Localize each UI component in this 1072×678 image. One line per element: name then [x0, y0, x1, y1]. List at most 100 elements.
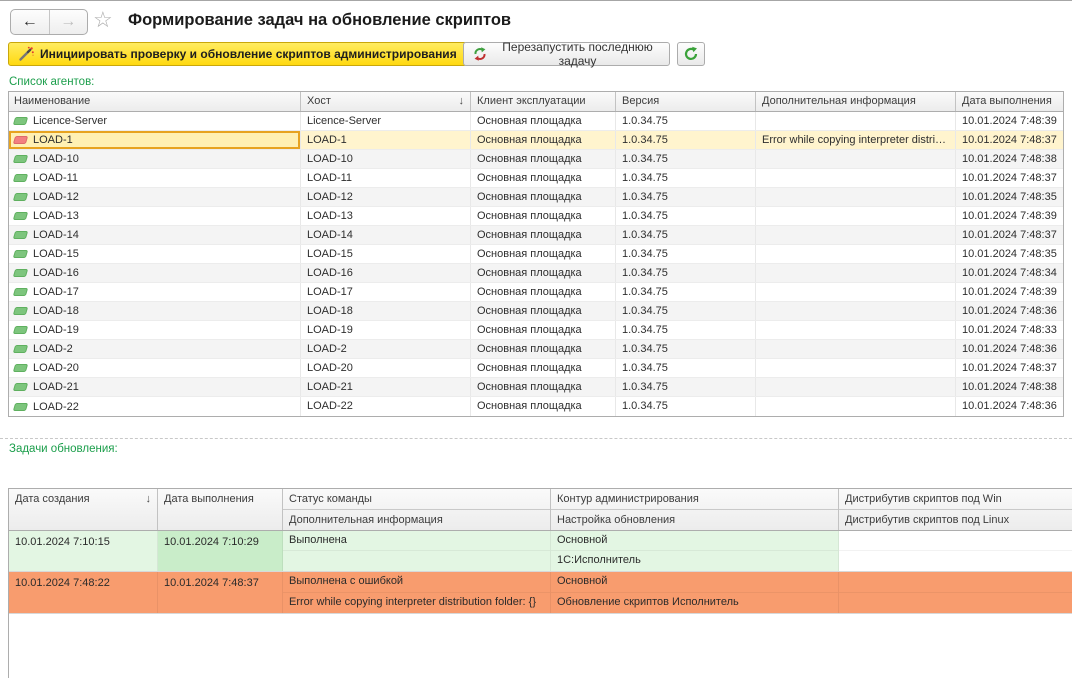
nav-back-button[interactable]: ← [11, 10, 49, 34]
agent-date-cell[interactable]: 10.01.2024 7:48:34 [956, 264, 1063, 282]
task-distrib-cell[interactable] [839, 572, 1072, 613]
agent-date-cell[interactable]: 10.01.2024 7:48:38 [956, 378, 1063, 396]
agent-name-cell[interactable]: Licence-Server [9, 112, 301, 130]
agent-client-cell[interactable]: Основная площадка [471, 207, 616, 225]
agent-client-cell[interactable]: Основная площадка [471, 131, 616, 149]
agent-row[interactable]: LOAD-21 LOAD-21 Основная площадка 1.0.34.75… [9, 378, 1063, 397]
agent-version-cell[interactable]: 1.0.34.75 [616, 264, 756, 282]
task-created-cell[interactable]: 10.01.2024 7:10:15 [9, 531, 158, 571]
agent-client-cell[interactable]: Основная площадка [471, 321, 616, 339]
agent-version-cell[interactable]: 1.0.34.75 [616, 131, 756, 149]
task-row[interactable]: 10.01.2024 7:48:22 10.01.2024 7:48:37 Выпо… [9, 572, 1072, 614]
agent-info-cell[interactable] [756, 378, 956, 396]
init-update-button[interactable]: Инициировать проверку и обновление скрип… [8, 42, 467, 66]
agent-date-cell[interactable]: 10.01.2024 7:48:33 [956, 321, 1063, 339]
agent-client-cell[interactable]: Основная площадка [471, 340, 616, 358]
task-distrib-cell[interactable] [839, 531, 1072, 571]
agent-date-cell[interactable]: 10.01.2024 7:48:37 [956, 226, 1063, 244]
agent-client-cell[interactable]: Основная площадка [471, 359, 616, 377]
agent-version-cell[interactable]: 1.0.34.75 [616, 112, 756, 130]
agent-date-cell[interactable]: 10.01.2024 7:48:37 [956, 169, 1063, 187]
agent-version-cell[interactable]: 1.0.34.75 [616, 302, 756, 320]
agent-version-cell[interactable]: 1.0.34.75 [616, 359, 756, 377]
agent-host-cell[interactable]: Licence-Server [301, 112, 471, 130]
agent-name-cell[interactable]: LOAD-1 [9, 131, 301, 149]
column-header-client[interactable]: Клиент эксплуатации [471, 92, 616, 111]
agent-client-cell[interactable]: Основная площадка [471, 188, 616, 206]
agent-version-cell[interactable]: 1.0.34.75 [616, 378, 756, 396]
agent-host-cell[interactable]: LOAD-18 [301, 302, 471, 320]
agent-row[interactable]: LOAD-16 LOAD-16 Основная площадка 1.0.34.75… [9, 264, 1063, 283]
agent-host-cell[interactable]: LOAD-13 [301, 207, 471, 225]
agent-name-cell[interactable]: LOAD-19 [9, 321, 301, 339]
task-created-cell[interactable]: 10.01.2024 7:48:22 [9, 572, 158, 613]
column-header-name[interactable]: Наименование [9, 92, 301, 111]
agent-row[interactable]: LOAD-17 LOAD-17 Основная площадка 1.0.34.75… [9, 283, 1063, 302]
agent-host-cell[interactable]: LOAD-14 [301, 226, 471, 244]
agent-row[interactable]: LOAD-22 LOAD-22 Основная площадка 1.0.34.75… [9, 397, 1063, 416]
agent-date-cell[interactable]: 10.01.2024 7:48:37 [956, 359, 1063, 377]
agent-client-cell[interactable]: Основная площадка [471, 302, 616, 320]
agent-info-cell[interactable] [756, 188, 956, 206]
agent-host-cell[interactable]: LOAD-11 [301, 169, 471, 187]
task-executed-cell[interactable]: 10.01.2024 7:10:29 [158, 531, 283, 571]
agent-name-cell[interactable]: LOAD-18 [9, 302, 301, 320]
agent-name-cell[interactable]: LOAD-20 [9, 359, 301, 377]
agent-row[interactable]: LOAD-18 LOAD-18 Основная площадка 1.0.34.75… [9, 302, 1063, 321]
agent-name-cell[interactable]: LOAD-12 [9, 188, 301, 206]
agent-host-cell[interactable]: LOAD-1 [301, 131, 471, 149]
column-header-date[interactable]: Дата выполнения [956, 92, 1063, 111]
agent-info-cell[interactable] [756, 150, 956, 168]
agent-name-cell[interactable]: LOAD-10 [9, 150, 301, 168]
agent-client-cell[interactable]: Основная площадка [471, 112, 616, 130]
agent-info-cell[interactable] [756, 340, 956, 358]
agent-date-cell[interactable]: 10.01.2024 7:48:35 [956, 245, 1063, 263]
agent-name-cell[interactable]: LOAD-17 [9, 283, 301, 301]
agent-client-cell[interactable]: Основная площадка [471, 245, 616, 263]
agent-date-cell[interactable]: 10.01.2024 7:48:35 [956, 188, 1063, 206]
agent-date-cell[interactable]: 10.01.2024 7:48:36 [956, 302, 1063, 320]
task-status-cell[interactable]: Выполнена [283, 531, 551, 571]
refresh-button[interactable] [677, 42, 705, 66]
agent-row[interactable]: LOAD-10 LOAD-10 Основная площадка 1.0.34.75… [9, 150, 1063, 169]
column-header-executed[interactable]: Дата выполнения [158, 489, 283, 530]
agent-info-cell[interactable] [756, 112, 956, 130]
agent-row[interactable]: Licence-Server Licence-Server Основная пло… [9, 112, 1063, 131]
agent-info-cell[interactable]: Error while copying interpreter distribu… [756, 131, 956, 149]
agent-date-cell[interactable]: 10.01.2024 7:48:36 [956, 397, 1063, 416]
agent-client-cell[interactable]: Основная площадка [471, 378, 616, 396]
task-row[interactable]: 10.01.2024 7:10:15 10.01.2024 7:10:29 Выпо… [9, 531, 1072, 572]
agent-version-cell[interactable]: 1.0.34.75 [616, 340, 756, 358]
agent-info-cell[interactable] [756, 397, 956, 416]
agent-host-cell[interactable]: LOAD-16 [301, 264, 471, 282]
agent-info-cell[interactable] [756, 245, 956, 263]
agent-row[interactable]: LOAD-2 LOAD-2 Основная площадка 1.0.34.75 10… [9, 340, 1063, 359]
agent-row[interactable]: LOAD-12 LOAD-12 Основная площадка 1.0.34.75… [9, 188, 1063, 207]
agent-info-cell[interactable] [756, 169, 956, 187]
agent-name-cell[interactable]: LOAD-14 [9, 226, 301, 244]
agent-name-cell[interactable]: LOAD-11 [9, 169, 301, 187]
task-status-cell[interactable]: Выполнена с ошибкой Error while copying i… [283, 572, 551, 613]
agent-row[interactable]: LOAD-20 LOAD-20 Основная площадка 1.0.34.75… [9, 359, 1063, 378]
agent-row[interactable]: LOAD-11 LOAD-11 Основная площадка 1.0.34.75… [9, 169, 1063, 188]
agent-version-cell[interactable]: 1.0.34.75 [616, 150, 756, 168]
agent-name-cell[interactable]: LOAD-15 [9, 245, 301, 263]
agent-date-cell[interactable]: 10.01.2024 7:48:37 [956, 131, 1063, 149]
column-header-created[interactable]: Дата создания ↓ [9, 489, 158, 530]
agent-name-cell[interactable]: LOAD-22 [9, 397, 301, 416]
agent-client-cell[interactable]: Основная площадка [471, 226, 616, 244]
agent-host-cell[interactable]: LOAD-10 [301, 150, 471, 168]
agent-host-cell[interactable]: LOAD-22 [301, 397, 471, 416]
agent-host-cell[interactable]: LOAD-19 [301, 321, 471, 339]
task-contour-cell[interactable]: Основной Обновление скриптов Исполнитель [551, 572, 839, 613]
splitter-handle[interactable] [0, 438, 1072, 439]
column-header-contour-setting[interactable]: Контур администрирования Настройка обнов… [551, 489, 839, 530]
task-contour-cell[interactable]: Основной 1С:Исполнитель [551, 531, 839, 571]
agent-date-cell[interactable]: 10.01.2024 7:48:36 [956, 340, 1063, 358]
agent-row[interactable]: LOAD-14 LOAD-14 Основная площадка 1.0.34.75… [9, 226, 1063, 245]
column-header-version[interactable]: Версия [616, 92, 756, 111]
agent-client-cell[interactable]: Основная площадка [471, 264, 616, 282]
agent-version-cell[interactable]: 1.0.34.75 [616, 321, 756, 339]
agent-row[interactable]: LOAD-1 LOAD-1 Основная площадка 1.0.34.75 Er… [9, 131, 1063, 150]
agent-date-cell[interactable]: 10.01.2024 7:48:39 [956, 207, 1063, 225]
